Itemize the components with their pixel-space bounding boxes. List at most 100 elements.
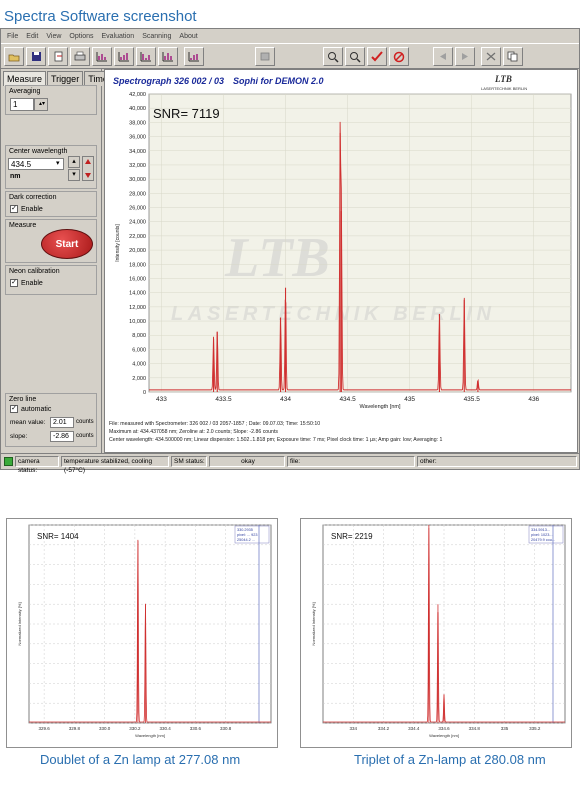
y-tick-label: 14,000: [129, 291, 146, 297]
ltb-logo-sub: LASERTECHNIK BERLIN: [481, 86, 527, 91]
chart-a-icon[interactable]: [92, 47, 112, 66]
triplet-chart-panel: 334 334.2 334.4 334.6 334.8 335 335.2 Wavelengt…: [300, 518, 572, 748]
y-tick-label: 22,000: [129, 234, 146, 240]
y-tick-label: 12,000: [129, 305, 146, 311]
menu-about[interactable]: About: [179, 33, 197, 40]
snr-annotation: SNR= 7119: [153, 106, 220, 121]
chart-e-icon[interactable]: [184, 47, 204, 66]
save-icon[interactable]: [26, 47, 46, 66]
tab-measure[interactable]: Measure: [3, 71, 47, 86]
x-axis-label: Wavelength [nm]: [429, 733, 459, 738]
neon-enable-checkbox[interactable]: ✓ Enable: [10, 279, 43, 287]
nav-left-icon[interactable]: [433, 47, 453, 66]
menu-options[interactable]: Options: [69, 33, 93, 40]
automatic-checkbox[interactable]: ✓ automatic: [10, 405, 51, 413]
x-tick-label: 434: [280, 396, 291, 403]
open-folder-icon[interactable]: [4, 47, 24, 66]
menu-edit[interactable]: Edit: [26, 33, 38, 40]
y-tick-label: 38,000: [129, 120, 146, 126]
check-icon[interactable]: [367, 47, 387, 66]
dark-enable-checkbox[interactable]: ✓ Enable: [10, 205, 43, 213]
x-tick-label: 329.8: [69, 726, 81, 731]
ltb-logo: LTB: [494, 74, 512, 84]
zoom-out-icon[interactable]: [345, 47, 365, 66]
zoom-in-icon[interactable]: [323, 47, 343, 66]
triplet-chart[interactable]: 334 334.2 334.4 334.6 334.8 335 335.2 Wavelengt…: [301, 519, 571, 747]
x-tick-label: 330.8: [220, 726, 232, 731]
x-tick-label: 334: [349, 726, 357, 731]
cursor-legend-text: 20479.9 cou...: [531, 538, 555, 542]
cursor-legend-text: 25044.2 ...: [237, 538, 255, 542]
x-tick-label: 334.8: [469, 726, 481, 731]
y-tick-label: 30,000: [129, 177, 146, 183]
export-icon[interactable]: [48, 47, 68, 66]
page-title: Spectra Software screenshot: [4, 8, 197, 25]
y-tick-label: 34,000: [129, 149, 146, 155]
averaging-input[interactable]: 1: [10, 98, 34, 111]
mean-value-label: mean value:: [10, 419, 46, 426]
other-label: other:: [417, 456, 577, 467]
stop-icon[interactable]: [389, 47, 409, 66]
x-tick-label: 334.4: [408, 726, 420, 731]
unit-label: nm: [10, 173, 21, 180]
y-tick-label: 16,000: [129, 276, 146, 282]
doublet-chart-panel: 329.6 329.8 330.0 330.2 330.4 330.6 330.8 Wavel…: [6, 518, 278, 748]
neon-calibration-label: Neon calibration: [9, 268, 60, 275]
cursor-legend-text: 330.2935: [237, 528, 253, 532]
chart-b-icon[interactable]: [114, 47, 134, 66]
dark-correction-label: Dark correction: [9, 194, 57, 201]
y-tick-label: 40,000: [129, 106, 146, 112]
x-tick-label: 335: [501, 726, 509, 731]
mean-value-field[interactable]: 2.01: [50, 417, 74, 428]
watermark-logo: LTB: [224, 227, 330, 289]
spectra-app-window: File Edit View Options Evaluation Scanni…: [0, 28, 580, 474]
tab-trigger[interactable]: Trigger: [47, 71, 84, 86]
camera-status-icon: [4, 457, 13, 466]
checkbox-checked-icon: ✓: [10, 205, 18, 213]
measure-label: Measure: [9, 222, 37, 229]
start-button[interactable]: Start: [41, 229, 93, 259]
neon-calibration-group: Neon calibration ✓ Enable: [5, 265, 97, 295]
menu-evaluation[interactable]: Evaluation: [102, 33, 135, 40]
plot-info-line-1: File: measured with Spectrometer: 326 00…: [109, 421, 320, 427]
y-tick-label: 28,000: [129, 191, 146, 197]
y-tick-label: 4,000: [132, 362, 146, 368]
doublet-chart[interactable]: 329.6 329.8 330.0 330.2 330.4 330.6 330.8 Wavel…: [7, 519, 277, 747]
cursor-legend-text: pixel: 1023...: [531, 533, 553, 537]
x-tick-label: 434.5: [339, 396, 356, 403]
dropdown-arrow-icon[interactable]: ▾: [56, 159, 60, 167]
zero-line-group: Zero line ✓ automatic mean value: 2.01 c…: [5, 393, 97, 447]
dark-enable-label: Enable: [21, 205, 43, 213]
calibrate-icon[interactable]: [255, 47, 275, 66]
y-tick-label: 6,000: [132, 347, 146, 353]
averaging-spinner[interactable]: ▴▾: [34, 98, 48, 111]
spectrum-chart[interactable]: Spectrograph 326 002 / 03 Sophi for DEMO…: [105, 70, 577, 452]
chart-d-icon[interactable]: [158, 47, 178, 66]
y-tick-label: 20,000: [129, 248, 146, 254]
camera-status-value: temperature stabilized, cooling (-57°C): [61, 456, 169, 474]
copy-icon[interactable]: [503, 47, 523, 66]
chart-c-icon[interactable]: [136, 47, 156, 66]
y-tick-label: 18,000: [129, 262, 146, 268]
nav-right-icon[interactable]: [455, 47, 475, 66]
camera-status-label: camera status:: [15, 456, 59, 474]
y-axis-label: Normalized Intensity [%]: [17, 602, 22, 645]
menu-view[interactable]: View: [46, 33, 61, 40]
fast-step-icon[interactable]: [82, 156, 94, 181]
menu-bar: File Edit View Options Evaluation Scanni…: [1, 29, 579, 43]
triplet-caption: Triplet of a Zn-lamp at 280.08 nm: [354, 752, 546, 767]
x-tick-label: 433.5: [215, 396, 232, 403]
menu-file[interactable]: File: [7, 33, 18, 40]
neon-enable-label: Enable: [21, 279, 43, 287]
center-wavelength-label: Center wavelength: [9, 148, 68, 155]
y-axis-label: Normalized Intensity [%]: [311, 602, 316, 645]
x-tick-label: 330.0: [99, 726, 111, 731]
cut-icon[interactable]: [481, 47, 501, 66]
dark-correction-group: Dark correction ✓ Enable: [5, 191, 97, 217]
print-icon[interactable]: [70, 47, 90, 66]
slope-field[interactable]: -2.86: [50, 431, 74, 442]
step-down-button[interactable]: ▾: [68, 169, 80, 181]
file-label: file:: [287, 456, 415, 467]
step-up-button[interactable]: ▴: [68, 156, 80, 168]
menu-scanning[interactable]: Scanning: [142, 33, 171, 40]
